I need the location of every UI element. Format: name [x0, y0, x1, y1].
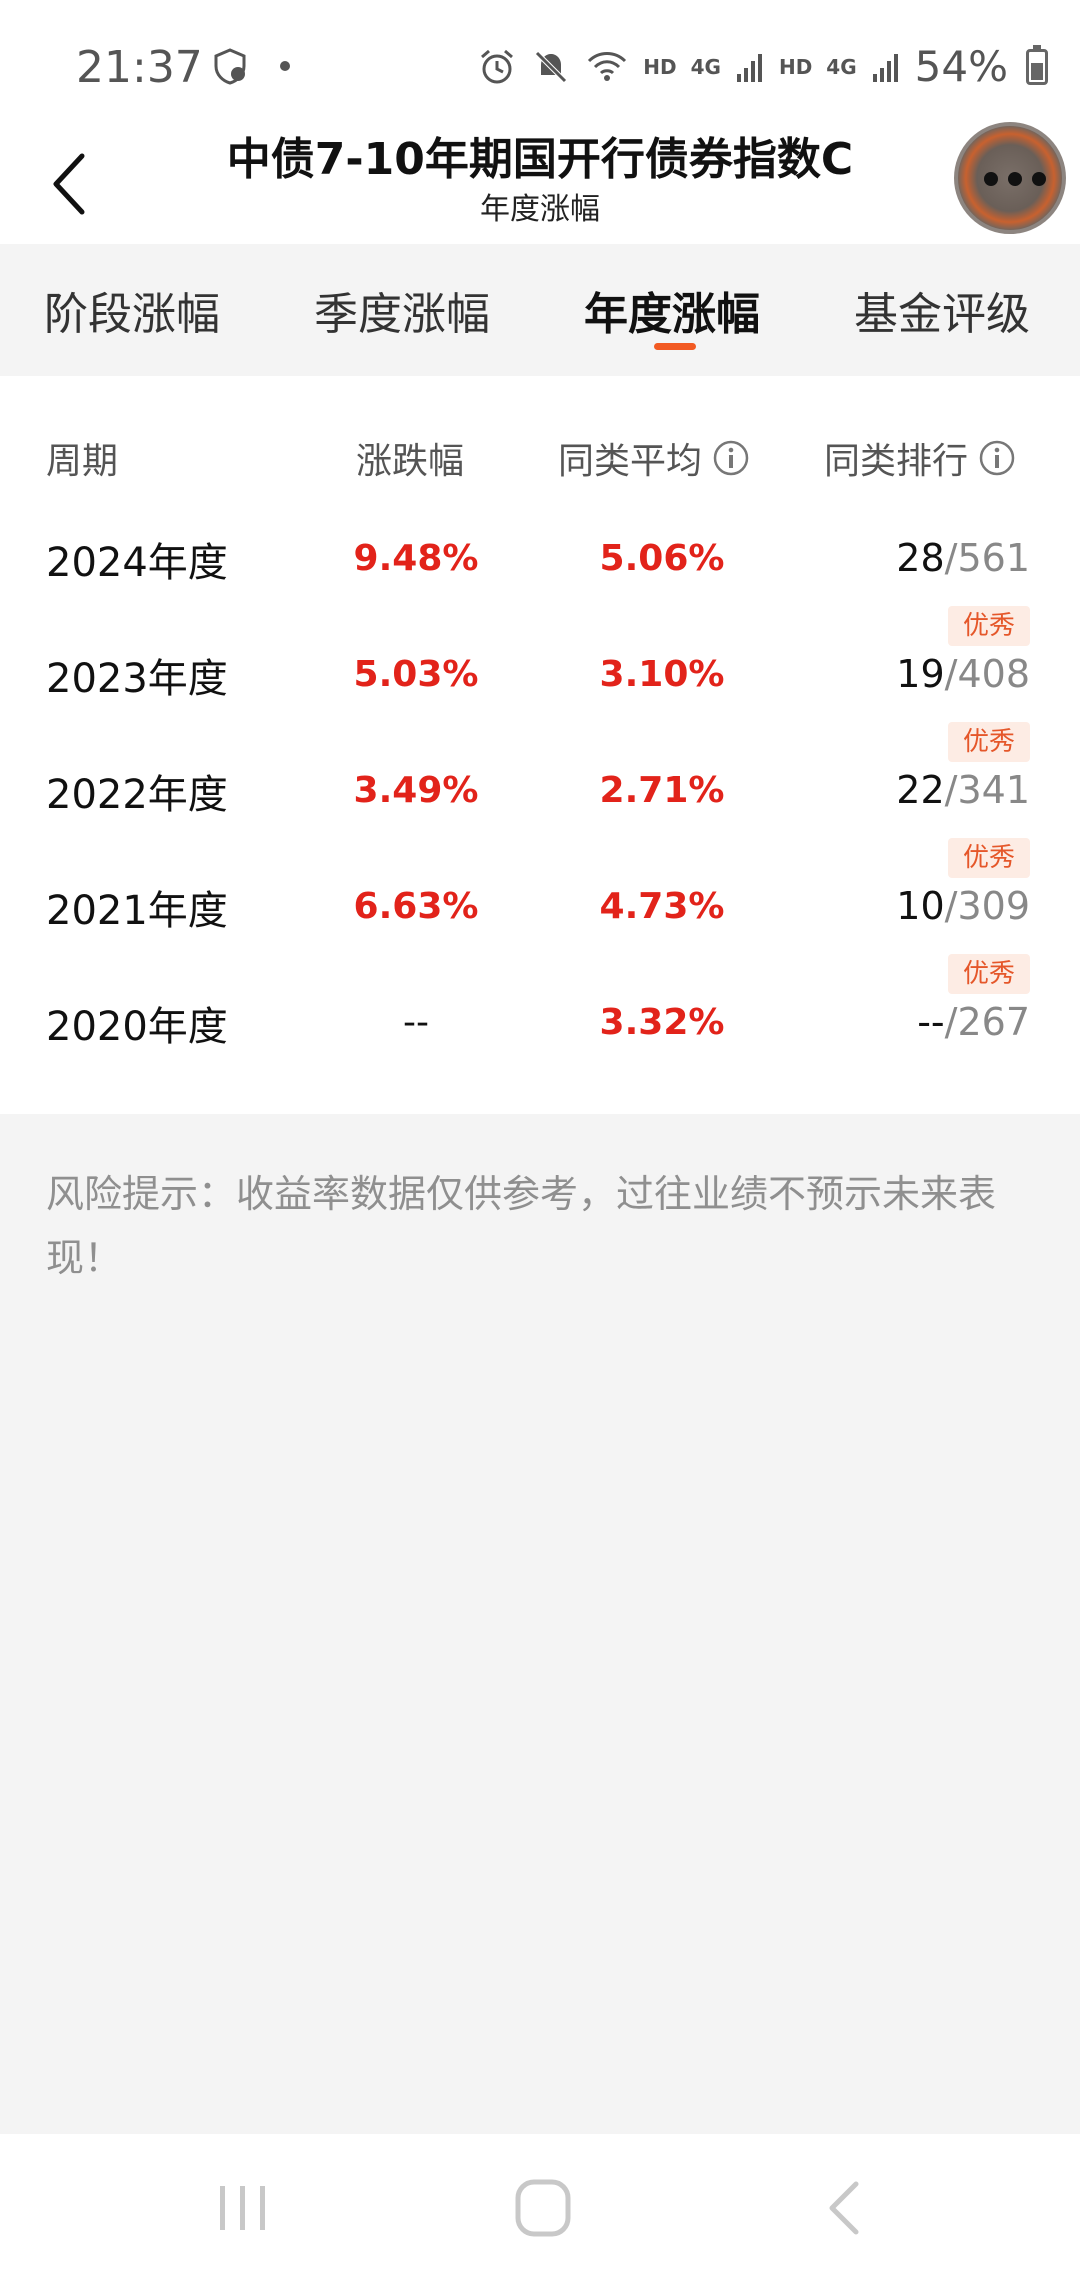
tab-bar: 阶段涨幅 季度涨幅 年度涨幅 基金评级 — [0, 244, 1080, 376]
avatar[interactable] — [954, 122, 1066, 234]
rank-total: /408 — [944, 652, 1030, 696]
mute-icon — [535, 50, 568, 83]
page-title: 中债7-10年期国开行债券指数C — [226, 134, 854, 185]
rank-value: 28 — [896, 536, 945, 580]
row-avg: 5.06% — [599, 538, 725, 579]
row-avg: 4.73% — [599, 886, 725, 927]
active-tab-indicator — [654, 343, 696, 350]
network-label-1: 4G — [690, 54, 721, 79]
column-header-period-label: 周期 — [46, 441, 119, 482]
system-nav-bar — [0, 2134, 1080, 2280]
rank-value: 19 — [896, 652, 945, 696]
rank-value: 22 — [896, 768, 945, 812]
row-change: 5.03% — [353, 654, 479, 695]
status-bar: 21:37 HD 4G HD 4G 54% — [0, 0, 1080, 130]
header-titles: 中债7-10年期国开行债券指数C 年度涨幅 — [140, 130, 940, 230]
rating-badge: 优秀 — [948, 722, 1030, 762]
shield-icon — [214, 48, 246, 85]
tab-fund-rating[interactable]: 基金评级 — [854, 278, 1030, 342]
row-period: 2021年度 — [46, 888, 228, 934]
status-right-icons: HD 4G HD 4G 54% — [477, 42, 1048, 91]
app-header: 中债7-10年期国开行债券指数C 年度涨幅 — [0, 122, 1080, 244]
battery-percent: 54% — [914, 42, 1008, 91]
annual-return-table: 周期 涨跌幅 同类平均 同类排行 2024年度 9.48% 5.06% 28/5… — [0, 376, 1080, 1114]
signal-icon-2 — [872, 53, 898, 82]
dot-icon — [280, 61, 290, 71]
info-icon[interactable] — [978, 439, 1016, 477]
status-time: 21:37 — [76, 42, 203, 93]
back-button[interactable] — [40, 144, 100, 224]
chevron-left-icon — [53, 153, 85, 215]
tab-stage-return[interactable]: 阶段涨幅 — [44, 278, 220, 342]
risk-disclaimer: 风险提示：收益率数据仅供参考，过往业绩不预示未来表现！ — [46, 1172, 997, 1280]
row-change: 3.49% — [353, 770, 479, 811]
rating-badge: 优秀 — [948, 606, 1030, 646]
column-header-rank-label: 同类排行 — [824, 441, 969, 482]
rank-value: 10 — [896, 884, 945, 928]
hd-label-2: HD — [778, 54, 813, 79]
column-header-change-label: 涨跌幅 — [356, 441, 465, 482]
column-header-rank[interactable]: 同类排行 — [824, 432, 1016, 484]
row-rank: 10/309 — [896, 884, 1030, 928]
row-period: 2020年度 — [46, 1004, 228, 1050]
rank-total: /267 — [944, 1000, 1030, 1044]
row-change: 9.48% — [353, 538, 479, 579]
signal-icon — [736, 53, 762, 82]
tab-quarterly-return[interactable]: 季度涨幅 — [314, 278, 490, 342]
row-rank: 19/408 — [896, 652, 1030, 696]
column-header-period: 周期 — [46, 432, 118, 484]
rating-badge: 优秀 — [948, 954, 1030, 994]
wifi-icon — [588, 51, 627, 81]
info-icon[interactable] — [712, 439, 750, 477]
row-avg: 3.10% — [599, 654, 725, 695]
recent-apps-icon[interactable] — [208, 2178, 278, 2238]
column-header-change: 涨跌幅 — [356, 432, 464, 484]
row-avg: 3.32% — [599, 1002, 725, 1043]
back-nav-icon[interactable] — [810, 2178, 880, 2238]
row-period: 2023年度 — [46, 656, 228, 702]
row-change: -- — [403, 1002, 429, 1043]
rating-badge: 优秀 — [948, 838, 1030, 878]
page-subtitle: 年度涨幅 — [480, 192, 600, 227]
row-period: 2024年度 — [46, 540, 228, 586]
tab-annual-return[interactable]: 年度涨幅 — [584, 278, 760, 342]
row-rank: 22/341 — [896, 768, 1030, 812]
alarm-icon — [481, 49, 514, 83]
column-header-avg[interactable]: 同类平均 — [558, 432, 750, 484]
rank-total: /341 — [944, 768, 1030, 812]
column-header-avg-label: 同类平均 — [558, 441, 703, 482]
home-icon[interactable] — [508, 2178, 578, 2238]
rank-total: /309 — [944, 884, 1030, 928]
row-rank: 28/561 — [896, 536, 1030, 580]
battery-icon — [1026, 44, 1048, 85]
rank-value: -- — [917, 1000, 945, 1044]
rank-total: /561 — [944, 536, 1030, 580]
row-rank: --/267 — [917, 1000, 1030, 1044]
row-avg: 2.71% — [599, 770, 725, 811]
network-label-2: 4G — [826, 54, 857, 79]
hd-label-1: HD — [643, 54, 677, 79]
row-change: 6.63% — [353, 886, 479, 927]
row-period: 2022年度 — [46, 772, 228, 818]
status-left-icons — [210, 46, 292, 86]
